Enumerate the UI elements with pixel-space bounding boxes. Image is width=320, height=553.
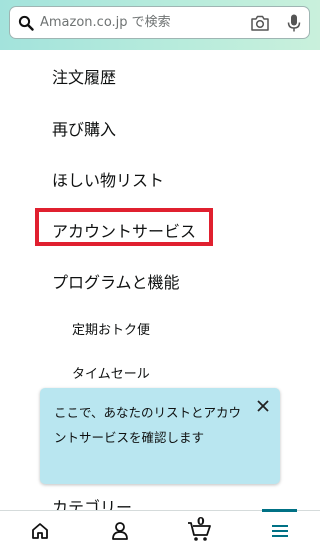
sub-item-subscribe-save[interactable]: 定期おトク便 [72, 319, 150, 338]
menu-item-buy-again[interactable]: 再び購入 [52, 116, 116, 140]
cart-count: 0 [197, 515, 205, 528]
home-icon [32, 523, 48, 539]
nav-account-button[interactable] [90, 511, 150, 553]
account-icon [112, 522, 128, 540]
search-input[interactable] [40, 7, 240, 38]
camera-icon[interactable] [250, 14, 270, 32]
menu-item-order-history[interactable]: 注文履歴 [52, 64, 116, 88]
nav-menu-button[interactable] [250, 511, 310, 553]
bottom-nav: 0 [0, 509, 320, 553]
sub-item-time-sale[interactable]: タイムセール [72, 363, 150, 382]
search-bar[interactable] [9, 6, 310, 39]
close-icon[interactable] [256, 399, 270, 413]
page: 注文履歴 再び購入 ほしい物リスト アカウントサービス プログラムと機能 定期お… [0, 0, 320, 553]
menu-icon [272, 525, 288, 537]
nav-cart-button[interactable]: 0 [170, 511, 230, 553]
search-icon[interactable] [18, 15, 34, 31]
mic-icon[interactable] [286, 13, 302, 33]
highlight-box [35, 208, 213, 246]
header [0, 0, 320, 50]
tooltip: ここで、あなたのリストとアカウントサービスを確認します [40, 388, 280, 484]
tooltip-text: ここで、あなたのリストとアカウントサービスを確認します [54, 405, 242, 445]
menu-item-wishlist[interactable]: ほしい物リスト [52, 167, 164, 191]
menu-item-programs[interactable]: プログラムと機能 [52, 269, 180, 293]
nav-home-button[interactable] [10, 511, 70, 553]
